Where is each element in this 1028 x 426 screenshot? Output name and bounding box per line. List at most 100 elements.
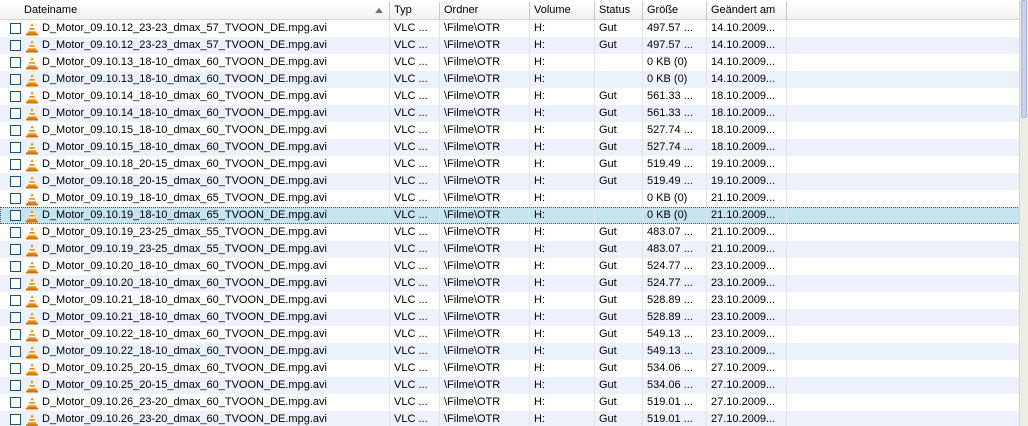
row-checkbox[interactable] — [10, 244, 21, 255]
column-header-volume[interactable]: Volume — [530, 2, 595, 19]
row-checkbox[interactable] — [10, 91, 21, 102]
table-row[interactable]: D_Motor_09.10.22_18-10_dmax_60_TVOON_DE.… — [0, 326, 1020, 343]
row-checkbox[interactable] — [10, 380, 21, 391]
table-row[interactable]: D_Motor_09.10.15_18-10_dmax_60_TVOON_DE.… — [0, 139, 1020, 156]
vlc-cone-icon — [26, 192, 38, 205]
cell-name[interactable]: D_Motor_09.10.20_18-10_dmax_60_TVOON_DE.… — [0, 258, 390, 275]
cell-volume: H: — [530, 71, 595, 88]
table-row[interactable]: D_Motor_09.10.14_18-10_dmax_60_TVOON_DE.… — [0, 105, 1020, 122]
row-checkbox[interactable] — [10, 142, 21, 153]
cell-groesse: 527.74 ... — [643, 122, 707, 139]
table-row[interactable]: D_Motor_09.10.13_18-10_dmax_60_TVOON_DE.… — [0, 54, 1020, 71]
cell-typ: VLC ... — [390, 139, 440, 156]
vertical-scrollbar[interactable] — [1019, 0, 1028, 426]
table-row[interactable]: D_Motor_09.10.19_23-25_dmax_55_TVOON_DE.… — [0, 224, 1020, 241]
table-row[interactable]: D_Motor_09.10.20_18-10_dmax_60_TVOON_DE.… — [0, 258, 1020, 275]
row-checkbox[interactable] — [10, 312, 21, 323]
cell-name[interactable]: D_Motor_09.10.22_18-10_dmax_60_TVOON_DE.… — [0, 326, 390, 343]
cell-geaendert: 23.10.2009... — [707, 309, 787, 326]
cell-typ: VLC ... — [390, 105, 440, 122]
table-row[interactable]: D_Motor_09.10.12_23-23_dmax_57_TVOON_DE.… — [0, 37, 1020, 54]
cell-name[interactable]: D_Motor_09.10.22_18-10_dmax_60_TVOON_DE.… — [0, 343, 390, 360]
vlc-cone-icon — [26, 39, 38, 52]
row-checkbox[interactable] — [10, 346, 21, 357]
cell-name[interactable]: D_Motor_09.10.26_23-20_dmax_60_TVOON_DE.… — [0, 411, 390, 426]
table-row[interactable]: D_Motor_09.10.18_20-15_dmax_60_TVOON_DE.… — [0, 173, 1020, 190]
table-row[interactable]: D_Motor_09.10.25_20-15_dmax_60_TVOON_DE.… — [0, 377, 1020, 394]
cell-name[interactable]: D_Motor_09.10.19_23-25_dmax_55_TVOON_DE.… — [0, 241, 390, 258]
cell-typ: VLC ... — [390, 292, 440, 309]
table-row[interactable]: D_Motor_09.10.26_23-20_dmax_60_TVOON_DE.… — [0, 394, 1020, 411]
cell-volume: H: — [530, 156, 595, 173]
cell-name[interactable]: D_Motor_09.10.19_18-10_dmax_65_TVOON_DE.… — [0, 207, 390, 224]
row-checkbox[interactable] — [10, 125, 21, 136]
cell-name[interactable]: D_Motor_09.10.15_18-10_dmax_60_TVOON_DE.… — [0, 139, 390, 156]
cell-name[interactable]: D_Motor_09.10.12_23-23_dmax_57_TVOON_DE.… — [0, 20, 390, 37]
row-checkbox[interactable] — [10, 108, 21, 119]
table-row[interactable]: D_Motor_09.10.14_18-10_dmax_60_TVOON_DE.… — [0, 88, 1020, 105]
cell-geaendert: 18.10.2009... — [707, 105, 787, 122]
row-checkbox[interactable] — [10, 414, 21, 425]
row-checkbox[interactable] — [10, 193, 21, 204]
cell-name[interactable]: D_Motor_09.10.20_18-10_dmax_60_TVOON_DE.… — [0, 275, 390, 292]
cell-groesse: 534.06 ... — [643, 377, 707, 394]
cell-name[interactable]: D_Motor_09.10.13_18-10_dmax_60_TVOON_DE.… — [0, 54, 390, 71]
cell-name[interactable]: D_Motor_09.10.18_20-15_dmax_60_TVOON_DE.… — [0, 156, 390, 173]
row-checkbox[interactable] — [10, 278, 21, 289]
cell-name[interactable]: D_Motor_09.10.21_18-10_dmax_60_TVOON_DE.… — [0, 292, 390, 309]
table-row[interactable]: D_Motor_09.10.21_18-10_dmax_60_TVOON_DE.… — [0, 292, 1020, 309]
cell-name[interactable]: D_Motor_09.10.14_18-10_dmax_60_TVOON_DE.… — [0, 105, 390, 122]
cell-geaendert: 23.10.2009... — [707, 343, 787, 360]
cell-name[interactable]: D_Motor_09.10.25_20-15_dmax_60_TVOON_DE.… — [0, 360, 390, 377]
row-checkbox[interactable] — [10, 74, 21, 85]
cell-name[interactable]: D_Motor_09.10.21_18-10_dmax_60_TVOON_DE.… — [0, 309, 390, 326]
table-row[interactable]: D_Motor_09.10.19_18-10_dmax_65_TVOON_DE.… — [0, 190, 1020, 207]
cell-name[interactable]: D_Motor_09.10.25_20-15_dmax_60_TVOON_DE.… — [0, 377, 390, 394]
cell-geaendert: 27.10.2009... — [707, 360, 787, 377]
table-row[interactable]: D_Motor_09.10.25_20-15_dmax_60_TVOON_DE.… — [0, 360, 1020, 377]
column-header-geaendert[interactable]: Geändert am — [707, 2, 787, 19]
table-row[interactable]: D_Motor_09.10.20_18-10_dmax_60_TVOON_DE.… — [0, 275, 1020, 292]
cell-name[interactable]: D_Motor_09.10.19_23-25_dmax_55_TVOON_DE.… — [0, 224, 390, 241]
column-header-typ[interactable]: Typ — [390, 2, 440, 19]
table-row[interactable]: D_Motor_09.10.18_20-15_dmax_60_TVOON_DE.… — [0, 156, 1020, 173]
row-checkbox[interactable] — [10, 329, 21, 340]
column-header-status[interactable]: Status — [595, 2, 643, 19]
column-header-name[interactable]: Dateiname — [0, 2, 390, 19]
cell-status: Gut — [595, 258, 643, 275]
row-checkbox[interactable] — [10, 397, 21, 408]
cell-name[interactable]: D_Motor_09.10.26_23-20_dmax_60_TVOON_DE.… — [0, 394, 390, 411]
cell-name[interactable]: D_Motor_09.10.15_18-10_dmax_60_TVOON_DE.… — [0, 122, 390, 139]
table-row[interactable]: D_Motor_09.10.12_23-23_dmax_57_TVOON_DE.… — [0, 20, 1020, 37]
row-checkbox[interactable] — [10, 210, 21, 221]
row-checkbox[interactable] — [10, 57, 21, 68]
row-checkbox[interactable] — [10, 159, 21, 170]
column-header-groesse[interactable]: Größe — [643, 2, 707, 19]
table-row[interactable]: D_Motor_09.10.13_18-10_dmax_60_TVOON_DE.… — [0, 71, 1020, 88]
table-row[interactable]: D_Motor_09.10.21_18-10_dmax_60_TVOON_DE.… — [0, 309, 1020, 326]
cell-ordner: \Filme\OTR — [440, 258, 530, 275]
table-row[interactable]: D_Motor_09.10.15_18-10_dmax_60_TVOON_DE.… — [0, 122, 1020, 139]
row-checkbox[interactable] — [10, 23, 21, 34]
row-checkbox[interactable] — [10, 261, 21, 272]
row-checkbox[interactable] — [10, 295, 21, 306]
cell-name[interactable]: D_Motor_09.10.14_18-10_dmax_60_TVOON_DE.… — [0, 88, 390, 105]
cell-name[interactable]: D_Motor_09.10.13_18-10_dmax_60_TVOON_DE.… — [0, 71, 390, 88]
row-checkbox[interactable] — [10, 227, 21, 238]
table-row[interactable]: D_Motor_09.10.22_18-10_dmax_60_TVOON_DE.… — [0, 343, 1020, 360]
scrollbar-thumb[interactable] — [1021, 0, 1027, 118]
cell-name[interactable]: D_Motor_09.10.12_23-23_dmax_57_TVOON_DE.… — [0, 37, 390, 54]
row-checkbox[interactable] — [10, 176, 21, 187]
table-row[interactable]: D_Motor_09.10.19_23-25_dmax_55_TVOON_DE.… — [0, 241, 1020, 258]
vlc-cone-icon — [26, 141, 38, 154]
row-checkbox[interactable] — [10, 363, 21, 374]
cell-name[interactable]: D_Motor_09.10.18_20-15_dmax_60_TVOON_DE.… — [0, 173, 390, 190]
cell-volume: H: — [530, 258, 595, 275]
cell-typ: VLC ... — [390, 37, 440, 54]
cell-name[interactable]: D_Motor_09.10.19_18-10_dmax_65_TVOON_DE.… — [0, 190, 390, 207]
file-list-view[interactable]: Dateiname Typ Ordner Volume Status Größe… — [0, 0, 1020, 426]
table-row[interactable]: D_Motor_09.10.26_23-20_dmax_60_TVOON_DE.… — [0, 411, 1020, 426]
column-header-ordner[interactable]: Ordner — [440, 2, 530, 19]
table-row[interactable]: D_Motor_09.10.19_18-10_dmax_65_TVOON_DE.… — [0, 207, 1020, 224]
row-checkbox[interactable] — [10, 40, 21, 51]
